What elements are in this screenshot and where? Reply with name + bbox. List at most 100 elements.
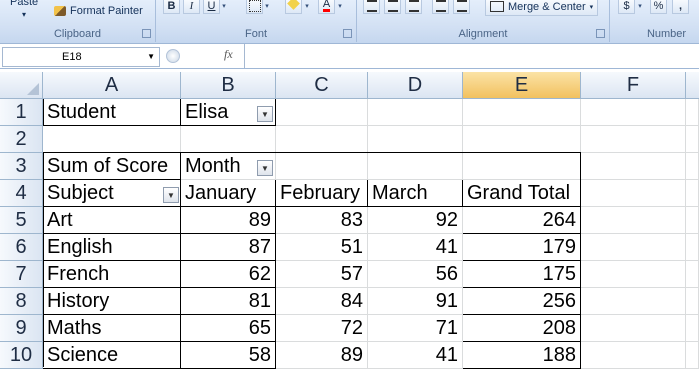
fill-color-button[interactable] — [285, 0, 302, 14]
cell-f10[interactable] — [581, 342, 686, 369]
pivot-value-cell[interactable]: 92 — [368, 207, 463, 234]
cell-e3[interactable] — [463, 153, 581, 180]
percent-button[interactable]: % — [650, 0, 667, 14]
name-box-dropdown-icon[interactable]: ▼ — [147, 48, 155, 66]
pivot-value-cell[interactable]: 175 — [463, 261, 581, 288]
column-header-b[interactable]: B — [181, 72, 276, 99]
pivot-row-label[interactable]: Maths — [43, 315, 181, 342]
pivot-row-label[interactable]: Art — [43, 207, 181, 234]
pivot-column-header[interactable]: January — [181, 180, 276, 207]
pivot-value-cell[interactable]: 84 — [276, 288, 368, 315]
pivot-value-cell[interactable]: 71 — [368, 315, 463, 342]
italic-button[interactable]: I — [183, 0, 200, 14]
row-header-5[interactable]: 5 — [0, 207, 43, 234]
comma-style-button[interactable]: , — [672, 0, 689, 14]
row-header-10[interactable]: 10 — [0, 342, 43, 369]
pivot-value-cell[interactable]: 72 — [276, 315, 368, 342]
pivot-row-label[interactable]: History — [43, 288, 181, 315]
cell-g5[interactable] — [686, 207, 699, 234]
cell-g3[interactable] — [686, 153, 699, 180]
paste-dropdown-icon[interactable]: ▾ — [22, 10, 26, 19]
row-header-8[interactable]: 8 — [0, 288, 43, 315]
pivot-column-header[interactable]: March — [368, 180, 463, 207]
cell-a2[interactable] — [43, 126, 181, 153]
pivot-column-header[interactable]: February — [276, 180, 368, 207]
filter-applied-dropdown-icon[interactable]: ▼ — [257, 106, 273, 122]
pivot-value-cell[interactable]: 51 — [276, 234, 368, 261]
borders-dropdown-icon[interactable]: ▾ — [263, 0, 271, 14]
formula-bar-resize-icon[interactable] — [166, 49, 180, 63]
pivot-row-label[interactable]: English — [43, 234, 181, 261]
cell-e1[interactable] — [463, 99, 581, 126]
cell-f5[interactable] — [581, 207, 686, 234]
cell-g4[interactable] — [686, 180, 699, 207]
cell-g2[interactable] — [686, 126, 699, 153]
pivot-row-label[interactable]: French — [43, 261, 181, 288]
font-color-button[interactable]: A — [318, 0, 335, 14]
pivot-value-cell[interactable]: 256 — [463, 288, 581, 315]
column-header-a[interactable]: A — [43, 72, 181, 99]
pivot-filter-label[interactable]: Student — [43, 99, 181, 126]
insert-function-icon[interactable]: fx — [224, 47, 233, 62]
pivot-value-cell[interactable]: 264 — [463, 207, 581, 234]
pivot-values-label[interactable]: Sum of Score — [43, 153, 181, 180]
pivot-value-cell[interactable]: 83 — [276, 207, 368, 234]
row-header-9[interactable]: 9 — [0, 315, 43, 342]
pivot-value-cell[interactable]: 208 — [463, 315, 581, 342]
cell-d1[interactable] — [368, 99, 463, 126]
row-header-6[interactable]: 6 — [0, 234, 43, 261]
merge-center-button[interactable]: Merge & Center ▾ — [485, 0, 599, 16]
cell-f1[interactable] — [581, 99, 686, 126]
font-dialog-launcher-icon[interactable] — [343, 29, 352, 38]
pivot-row-label[interactable]: Science — [43, 342, 181, 369]
name-box[interactable]: E18 ▼ — [2, 47, 160, 67]
decrease-indent-button[interactable] — [432, 0, 449, 14]
cell-f7[interactable] — [581, 261, 686, 288]
pivot-column-header[interactable]: Grand Total — [463, 180, 581, 207]
row-header-4[interactable]: 4 — [0, 180, 43, 207]
cell-g8[interactable] — [686, 288, 699, 315]
column-header-e[interactable]: E — [463, 72, 581, 99]
pivot-value-cell[interactable]: 65 — [181, 315, 276, 342]
cell-d3[interactable] — [368, 153, 463, 180]
align-center-button[interactable] — [384, 0, 401, 14]
cell-f8[interactable] — [581, 288, 686, 315]
pivot-value-cell[interactable]: 91 — [368, 288, 463, 315]
formula-input[interactable] — [244, 44, 699, 68]
currency-dropdown-icon[interactable]: ▾ — [636, 0, 644, 14]
cell-f4[interactable] — [581, 180, 686, 207]
month-dropdown-icon[interactable]: ▼ — [257, 160, 273, 176]
underline-dropdown-icon[interactable]: ▾ — [220, 0, 228, 14]
increase-indent-button[interactable] — [453, 0, 470, 14]
cell-f9[interactable] — [581, 315, 686, 342]
pivot-value-cell[interactable]: 41 — [368, 342, 463, 369]
pivot-value-cell[interactable]: 56 — [368, 261, 463, 288]
align-left-button[interactable] — [363, 0, 380, 14]
cell-b2[interactable] — [181, 126, 276, 153]
fill-color-dropdown-icon[interactable]: ▾ — [303, 0, 311, 14]
cell-e2[interactable] — [463, 126, 581, 153]
cell-c2[interactable] — [276, 126, 368, 153]
clipboard-dialog-launcher-icon[interactable] — [142, 29, 151, 38]
pivot-value-cell[interactable]: 41 — [368, 234, 463, 261]
cell-c3[interactable] — [276, 153, 368, 180]
pivot-row-field[interactable]: Subject — [43, 180, 181, 207]
row-header-1[interactable]: 1 — [0, 99, 43, 126]
cell-g10[interactable] — [686, 342, 699, 369]
pivot-value-cell[interactable]: 188 — [463, 342, 581, 369]
select-all-corner[interactable] — [0, 72, 43, 99]
cell-f6[interactable] — [581, 234, 686, 261]
cell-g6[interactable] — [686, 234, 699, 261]
pivot-value-cell[interactable]: 87 — [181, 234, 276, 261]
row-header-3[interactable]: 3 — [0, 153, 43, 180]
font-color-dropdown-icon[interactable]: ▾ — [336, 0, 344, 14]
pivot-value-cell[interactable]: 81 — [181, 288, 276, 315]
pivot-value-cell[interactable]: 62 — [181, 261, 276, 288]
column-header-c[interactable]: C — [276, 72, 368, 99]
pivot-value-cell[interactable]: 57 — [276, 261, 368, 288]
column-header-f[interactable]: F — [581, 72, 686, 99]
align-right-button[interactable] — [405, 0, 422, 14]
underline-button[interactable]: U — [203, 0, 220, 14]
cell-f3[interactable] — [581, 153, 686, 180]
cell-d2[interactable] — [368, 126, 463, 153]
